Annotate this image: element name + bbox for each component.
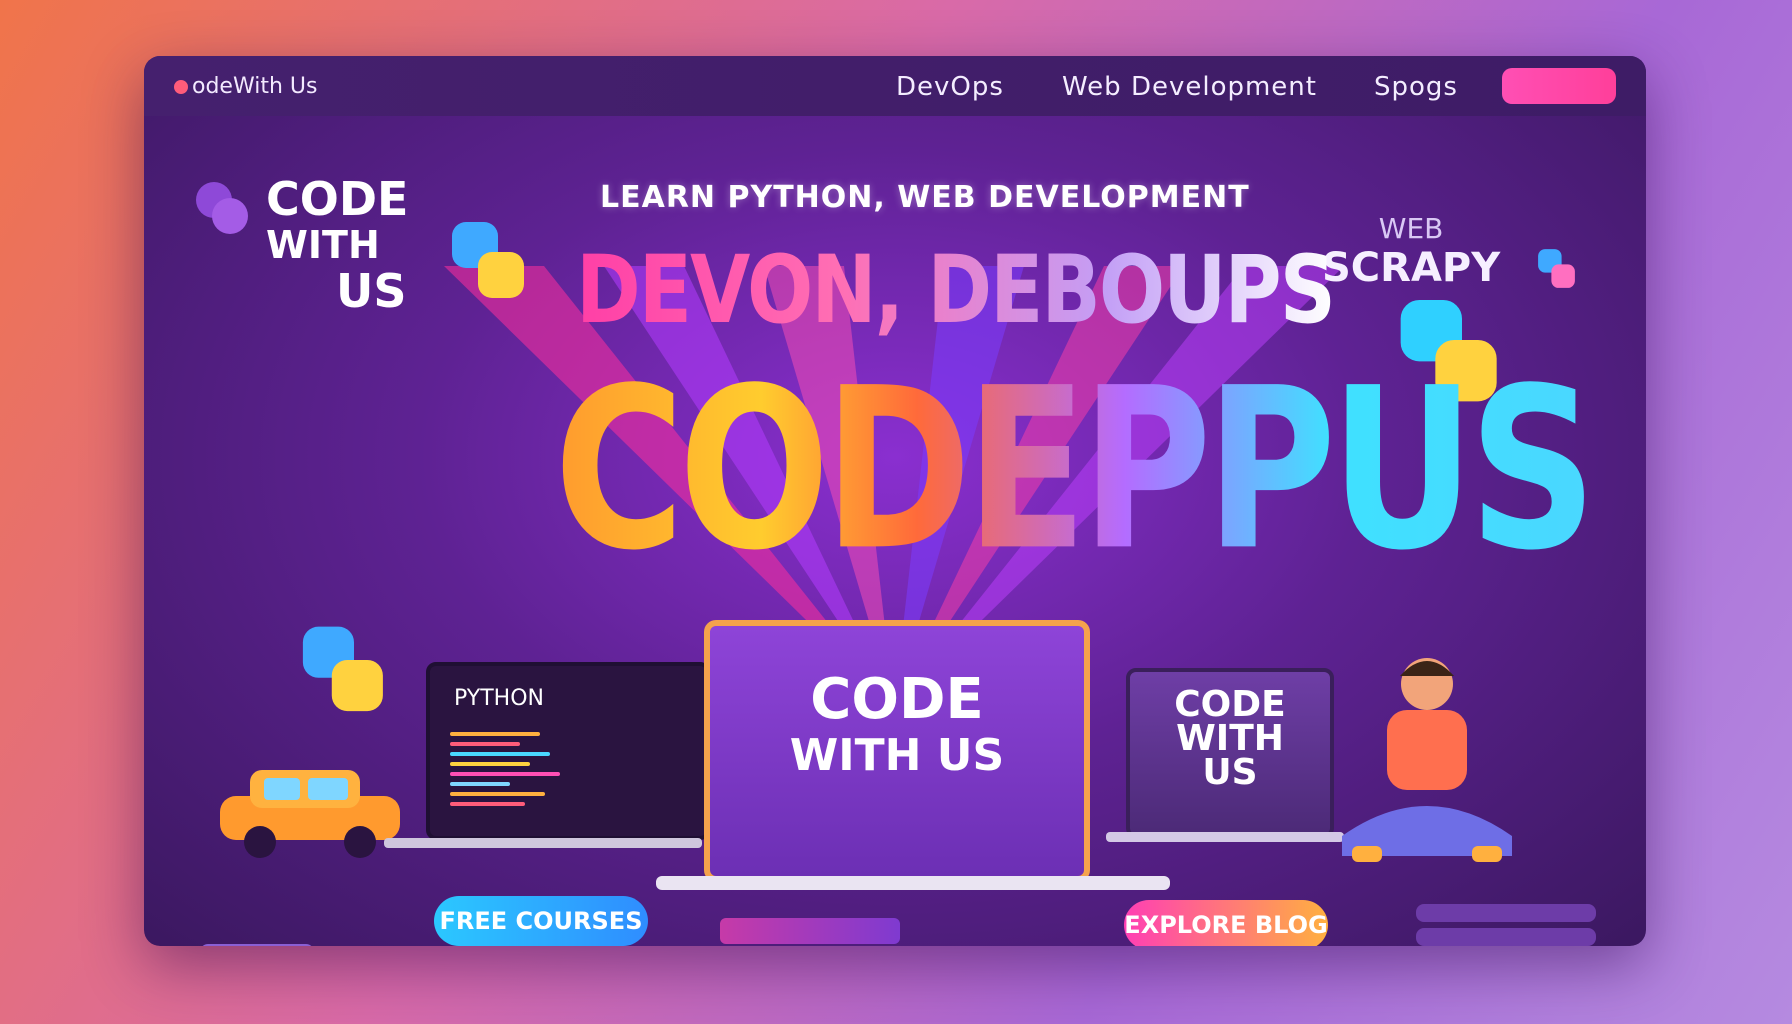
python-logo-icon [196, 182, 248, 234]
side-logo-line-2: WITH [266, 223, 380, 267]
small-footer-button[interactable] [200, 944, 314, 946]
web-scrapy-label: WEB SCRAPY [1322, 212, 1500, 291]
person-illustration [1342, 658, 1512, 862]
hero-tagline: LEARN PYTHON, WEB DEVELOPMENT [600, 180, 1250, 215]
brand-dot-icon [174, 79, 188, 94]
python-logo-icon [1538, 249, 1575, 288]
list-item[interactable] [1416, 928, 1596, 946]
nav-link-devops[interactable]: DevOps [896, 72, 1004, 102]
side-logo-line-1: CODE [266, 172, 409, 226]
right-laptop-line-3: US [1202, 752, 1258, 793]
python-logo-icon [302, 626, 383, 712]
car-illustration [220, 770, 400, 858]
left-laptop-title: PYTHON [454, 686, 544, 711]
brand-logo[interactable]: odeWith Us [174, 74, 317, 99]
hero-banner: CODE WITH US LEARN PYTHON, WEB DEVELOPME… [144, 116, 1646, 946]
center-laptop-line-1: CODE [810, 667, 984, 732]
laptop-left-base [384, 838, 702, 848]
browser-window: odeWith Us DevOps Web Development Spogs … [144, 56, 1646, 946]
code-lines [450, 726, 560, 812]
free-courses-button[interactable]: FREE COURSES [434, 896, 648, 946]
hero-big-title: CODEPPUS [554, 340, 1597, 599]
side-logo-line-3: US [336, 264, 407, 318]
navbar: odeWith Us DevOps Web Development Spogs [144, 56, 1646, 116]
nav-cta-button[interactable] [1502, 68, 1616, 104]
right-laptop-line-1: CODE [1174, 684, 1286, 725]
hero-subhead: DEVON, DEBOUPS [576, 237, 1336, 345]
laptop-right: CODE WITH US [1126, 668, 1334, 838]
scrapy-label: SCRAPY [1322, 245, 1501, 291]
laptop-center-base [656, 876, 1170, 890]
side-logo-text: CODE WITH US [266, 176, 408, 314]
web-label: WEB [1378, 212, 1444, 245]
laptop-left: PYTHON [426, 662, 710, 840]
list-item[interactable] [1416, 904, 1596, 922]
brand-name: odeWith Us [192, 74, 318, 99]
center-footer-strip [720, 918, 900, 944]
nav-link-web-development[interactable]: Web Development [1062, 72, 1317, 102]
python-logo-icon [452, 222, 524, 298]
right-laptop-line-2: WITH [1176, 718, 1284, 759]
explore-blog-button[interactable]: EXPLORE BLOG [1124, 900, 1328, 946]
center-laptop-line-2: WITH US [789, 730, 1005, 781]
right-footer-list [1416, 904, 1596, 946]
nav-link-spogs[interactable]: Spogs [1374, 72, 1458, 102]
laptop-right-base [1106, 832, 1344, 842]
laptop-center: CODE WITH US [704, 620, 1090, 882]
right-laptop-text: CODE WITH US [1130, 684, 1330, 793]
